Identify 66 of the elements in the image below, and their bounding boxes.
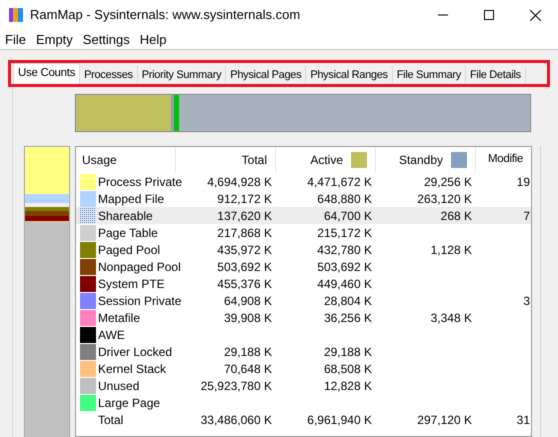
usage-label: Unused — [98, 378, 140, 394]
total-cell-text: 217,868 K — [217, 224, 272, 242]
column-header[interactable]: Standby — [398, 151, 443, 169]
total-cell-text: 29,188 K — [224, 344, 272, 360]
column-header[interactable]: Modifie — [488, 151, 523, 169]
menu-item[interactable]: File — [0, 30, 31, 48]
active-cell-text: 648,880 K — [317, 190, 372, 208]
table-row[interactable]: Shareable 137,620 K 64,700 K 268 K 7 — [76, 207, 531, 224]
usage-label: Large Page — [98, 394, 160, 412]
usage-label: Shareable — [98, 208, 153, 224]
active-cell-text: 36,256 K — [324, 310, 372, 326]
maximize-icon — [484, 10, 494, 20]
active-cell-text: 28,804 K — [324, 292, 372, 310]
standby-cell-text: 1,128 K — [430, 242, 472, 258]
active-cell-text: 12,828 K — [324, 378, 372, 394]
total-cell-text: 4,694,928 K — [207, 174, 272, 190]
menu-item[interactable]: Empty — [30, 30, 78, 48]
total-cell-text: 33,486,060 K — [200, 412, 272, 428]
standby-cell-text: 29,256 K — [424, 174, 472, 190]
usage-label: Metafile — [98, 310, 140, 326]
column-header[interactable]: Total — [242, 151, 267, 169]
total-cell-text: 435,972 K — [217, 242, 272, 258]
usage-label: Page Table — [98, 224, 158, 242]
total-cell-text: 39,908 K — [224, 310, 272, 326]
active-cell-text: 449,460 K — [317, 276, 372, 292]
column-header[interactable]: Active — [310, 151, 343, 169]
active-cell-text: 432,780 K — [317, 242, 372, 258]
active-cell-text: 68,508 K — [324, 360, 372, 378]
menu-item[interactable]: Settings — [78, 30, 135, 48]
active-cell-text: 6,961,940 K — [307, 412, 372, 428]
menu-item[interactable]: Help — [134, 30, 172, 48]
total-cell-text: 64,908 K — [224, 292, 272, 310]
standby-cell-text: 297,120 K — [417, 412, 472, 428]
standby-cell-text: 263,120 K — [417, 190, 472, 208]
active-cell-text: 4,471,672 K — [307, 174, 372, 190]
total-cell-text: 912,172 K — [217, 190, 272, 208]
column-header[interactable]: Usage — [82, 151, 117, 169]
total-cell-text: 25,923,780 K — [200, 378, 272, 394]
usage-label: AWE — [98, 326, 125, 344]
active-cell-text: 29,188 K — [324, 344, 372, 360]
total-cell-text: 137,620 K — [217, 208, 272, 224]
total-cell-text: 455,376 K — [217, 276, 272, 292]
usage-label: Total — [98, 412, 124, 428]
modified-cell-text: 7 — [523, 208, 530, 224]
usage-label: Mapped File — [98, 190, 164, 208]
close-icon — [530, 10, 540, 20]
app-icon — [9, 8, 23, 22]
standby-cell-text: 3,348 K — [430, 310, 472, 326]
usage-label: Session Private — [98, 292, 182, 310]
tab[interactable]: Use Counts — [13, 63, 80, 84]
usage-label: Nonpaged Pool — [98, 258, 181, 276]
standby-cell-text: 268 K — [440, 208, 472, 224]
usage-label: Paged Pool — [98, 242, 160, 258]
active-cell-text: 64,700 K — [324, 208, 372, 224]
total-cell-text: 70,648 K — [224, 360, 272, 378]
total-cell-text: 503,692 K — [217, 258, 272, 276]
modified-cell-text: 31 — [516, 412, 530, 428]
usage-label: System PTE — [98, 276, 165, 292]
usage-label: Process Private — [98, 174, 182, 190]
active-cell-text: 503,692 K — [317, 258, 372, 276]
modified-cell-text: 3 — [523, 292, 530, 310]
modified-cell-text: 19 — [516, 174, 530, 190]
usage-label: Driver Locked — [98, 344, 172, 360]
window-title: RamMap - Sysinternals: www.sysinternals.com — [30, 6, 300, 24]
usage-label: Kernel Stack — [98, 360, 166, 378]
active-cell-text: 215,172 K — [317, 224, 372, 242]
